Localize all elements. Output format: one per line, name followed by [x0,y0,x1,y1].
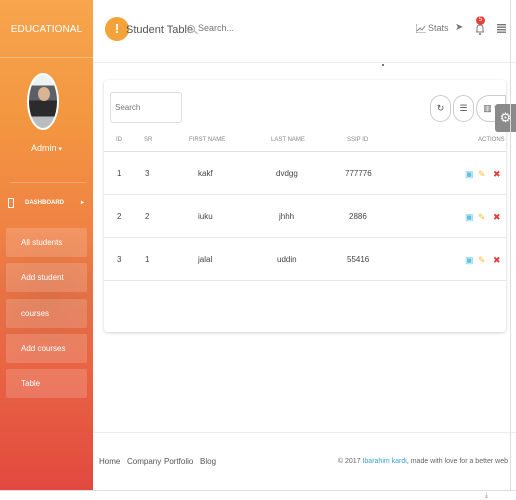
view-icon[interactable]: ▣ [465,255,474,266]
sidebar: EDUCATIONAL Admin DASHBOARD ▸ All studen… [0,0,93,490]
student-table-card: ↻ ☰ ▥ ▾ ID SR FIRST NAME LAST NAME SSIP … [104,80,506,332]
cell-ssip-id: 2886 [349,212,367,221]
table-search-input[interactable] [110,92,182,123]
refresh-button[interactable]: ↻ [430,95,451,122]
sidebar-item-courses[interactable]: courses [6,299,87,328]
sidebar-item-label: courses [21,309,50,318]
window-edge [510,0,511,500]
cell-last-name: jhhh [279,212,295,221]
sidebar-item-add-student[interactable]: Add student [6,263,87,292]
footer-link-blog[interactable]: Blog [200,457,216,466]
user-menu[interactable]: Admin [0,143,93,153]
cell-last-name: uddin [277,255,297,264]
col-first-name-header[interactable]: FIRST NAME [189,137,225,143]
cell-ssip-id: 55416 [347,255,370,264]
table-row: 3 1 jalal uddin 55416 ▣ ✎ ✖ [104,238,506,281]
browser-bottom-bar: ⤓ [0,490,516,500]
col-id-header[interactable]: ID [116,137,122,143]
sidebar-item-label: Add courses [21,344,66,353]
footer: Home Company Portfolio Blog © 2017 Ibara… [93,432,516,490]
download-icon[interactable]: ⤓ [485,492,488,500]
view-icon[interactable]: ▣ [465,169,474,180]
sidebar-item-label: Add student [21,273,64,282]
toggle-view-button[interactable]: ☰ [453,95,474,122]
delete-icon[interactable]: ✖ [493,212,501,223]
edit-icon[interactable]: ✎ [478,255,486,266]
settings-gear-icon[interactable]: ⚙ [495,104,516,132]
col-actions-header: ACTIONS [478,137,505,143]
dashboard-icon [8,198,14,208]
dot-marker [382,64,384,66]
col-sr-header[interactable]: SR [144,137,152,143]
stats-link[interactable]: Stats [415,23,449,34]
sidebar-divider [10,182,86,183]
chart-icon [415,24,426,34]
cell-id: 3 [117,255,122,264]
table-row: 1 3 kakf dvdgg 777776 ▣ ✎ ✖ [104,152,506,195]
edit-icon[interactable]: ✎ [478,212,486,223]
edit-icon[interactable]: ✎ [478,169,486,180]
cell-id: 2 [117,212,122,221]
sidebar-item-table[interactable]: Table [6,369,87,398]
sidebar-item-all-students[interactable]: All students [6,228,87,257]
cell-id: 1 [117,169,122,178]
table-row: 2 2 iuku jhhh 2886 ▣ ✎ ✖ [104,195,506,238]
search-icon [187,25,195,33]
cell-sr: 3 [145,169,150,178]
chevron-right-icon: ▸ [80,200,84,206]
cell-first-name: iuku [198,212,213,221]
notification-badge: 5 [476,16,485,25]
sidebar-item-dashboard[interactable]: DASHBOARD ▸ [6,189,87,218]
sidebar-item-label: Table [21,379,41,388]
app-logo[interactable]: EDUCATIONAL [0,0,93,58]
copyright-prefix: © 2017 [337,458,363,465]
sidebar-item-label: All students [21,238,63,247]
cell-sr: 2 [145,212,150,221]
cell-first-name: kakf [198,169,213,178]
col-last-name-header[interactable]: LAST NAME [271,137,305,143]
footer-link-portfolio[interactable]: Portfolio [164,457,193,466]
send-icon[interactable]: ➤ [455,22,463,33]
sidebar-item-label: DASHBOARD [25,200,64,206]
list-icon[interactable] [497,24,506,33]
search-input[interactable] [198,23,308,33]
footer-link-home[interactable]: Home [99,457,120,466]
stats-label: Stats [428,23,449,33]
table-header: ID SR FIRST NAME LAST NAME SSIP ID ACTIO… [104,137,506,153]
copyright: © 2017 Ibarahim kardi, made with love fo… [338,458,508,465]
avatar[interactable] [27,73,59,130]
col-ssip-id-header[interactable]: SSIP ID [347,137,368,143]
copyright-suffix: , made with love for a better web [406,458,508,465]
cell-ssip-id: 777776 [345,169,372,178]
author-link[interactable]: Ibarahim kardi [362,458,406,465]
footer-link-company[interactable]: Company [127,457,161,466]
delete-icon[interactable]: ✖ [493,255,501,266]
sidebar-item-add-courses[interactable]: Add courses [6,334,87,363]
avatar-face [38,87,50,101]
top-navbar: ! Student Table Stats ➤ 5 [93,0,516,63]
page-title: Student Table [126,24,194,36]
cell-sr: 1 [145,255,150,264]
cell-last-name: dvdgg [276,169,298,178]
view-icon[interactable]: ▣ [465,212,474,223]
delete-icon[interactable]: ✖ [493,169,501,180]
cell-first-name: jalal [198,255,213,264]
